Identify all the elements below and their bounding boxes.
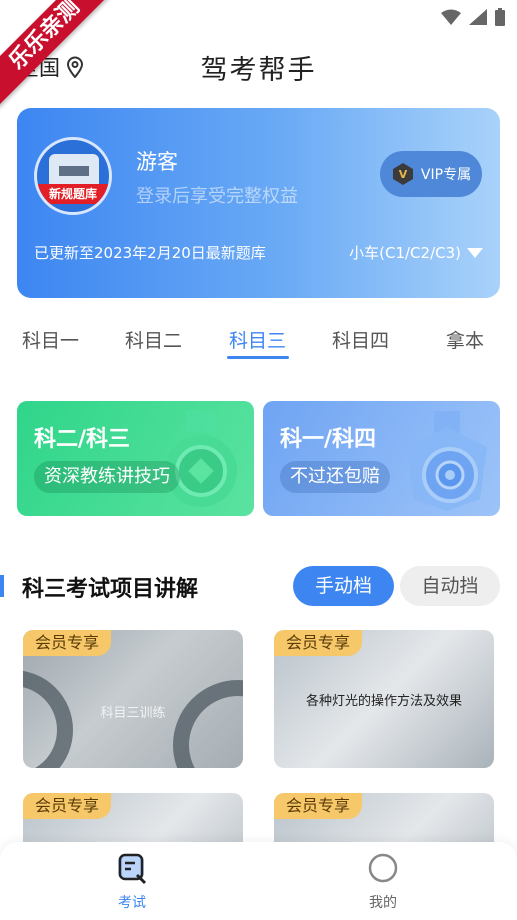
promo-card-subject-1-4[interactable]: 科一/科四 不过还包赔 xyxy=(263,401,500,516)
avatar-label: 新规题库 xyxy=(37,184,109,204)
bottom-nav: 考试 我的 xyxy=(0,842,517,920)
nav-mine-label: 我的 xyxy=(369,895,397,911)
svg-text:V: V xyxy=(399,168,408,181)
tab-get-license[interactable]: 拿本 xyxy=(446,326,484,353)
nav-exam[interactable]: 考试 xyxy=(92,852,172,912)
tab-subject-3[interactable]: 科目三 xyxy=(229,326,286,353)
member-badge: 会员专享 xyxy=(23,793,112,819)
nav-exam-label: 考试 xyxy=(118,895,146,911)
tab-subject-1[interactable]: 科目一 xyxy=(22,326,79,353)
signal-icon xyxy=(469,9,487,25)
manual-transmission-button[interactable]: 手动档 xyxy=(293,566,394,606)
video-card[interactable]: 会员专享 科目三训练 xyxy=(23,630,243,768)
vip-button[interactable]: V VIP专属 xyxy=(380,151,482,197)
car-type-label: 小车(C1/C2/C3) xyxy=(349,244,461,262)
wifi-icon xyxy=(441,9,461,25)
video-card[interactable]: 会员专享 各种灯光的操作方法及效果 xyxy=(274,630,494,768)
member-badge: 会员专享 xyxy=(23,630,112,656)
steering-wheel-decor xyxy=(173,680,243,768)
update-notice: 已更新至2023年2月20日最新题库 xyxy=(34,244,266,262)
section-accent-bar xyxy=(0,575,4,597)
battery-icon xyxy=(495,8,505,26)
profile-icon xyxy=(368,853,398,883)
app-screen: 乐乐亲测 全国 驾考帮手 新规题库 游客 登录后享受完整权益 V VIP专属 已… xyxy=(0,0,517,920)
exam-search-icon xyxy=(118,853,147,885)
section-title: 科三考试项目讲解 xyxy=(22,577,199,602)
user-name: 游客 xyxy=(136,150,178,174)
automatic-transmission-button[interactable]: 自动挡 xyxy=(400,566,500,606)
promo-tag: 不过还包赔 xyxy=(280,461,390,493)
member-badge: 会员专享 xyxy=(274,793,363,819)
nav-mine[interactable]: 我的 xyxy=(343,852,423,912)
promo-title: 科一/科四 xyxy=(280,427,377,452)
header: 全国 驾考帮手 xyxy=(0,44,517,88)
login-hint: 登录后享受完整权益 xyxy=(136,186,298,207)
video-caption: 科目三训练 xyxy=(100,706,166,721)
tab-subject-2[interactable]: 科目二 xyxy=(125,326,182,353)
promo-tag: 资深教练讲技巧 xyxy=(34,461,180,493)
user-card[interactable]: 新规题库 游客 登录后享受完整权益 V VIP专属 已更新至2023年2月20日… xyxy=(17,108,500,298)
car-type-selector[interactable]: 小车(C1/C2/C3) xyxy=(349,242,483,263)
page-title: 驾考帮手 xyxy=(200,55,317,86)
promo-title: 科二/科三 xyxy=(34,427,131,452)
tab-subject-4[interactable]: 科目四 xyxy=(332,326,389,353)
promo-card-subject-2-3[interactable]: 科二/科三 资深教练讲技巧 xyxy=(17,401,254,516)
subject-tabs: 科目一 科目二 科目三 科目四 拿本 xyxy=(0,320,517,364)
target-medal-icon xyxy=(407,411,487,511)
active-tab-indicator xyxy=(227,356,289,359)
dropdown-triangle-icon xyxy=(467,247,483,258)
vip-label: VIP专属 xyxy=(420,167,472,183)
vip-badge-icon: V xyxy=(392,163,413,185)
car-grill xyxy=(59,166,89,176)
video-caption: 各种灯光的操作方法及效果 xyxy=(305,694,462,709)
avatar[interactable]: 新规题库 xyxy=(34,137,112,215)
member-badge: 会员专享 xyxy=(274,630,363,656)
